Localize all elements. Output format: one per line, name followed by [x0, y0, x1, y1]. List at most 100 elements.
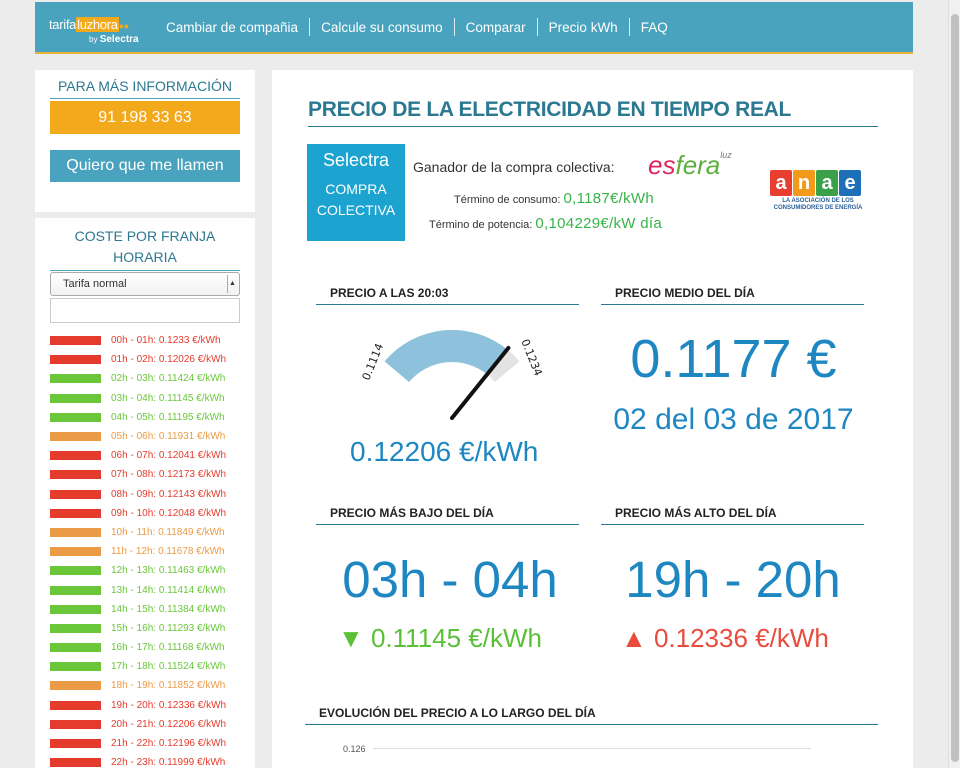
- tarifa-selected: Tarifa normal: [63, 278, 127, 290]
- anae-letter: a: [816, 170, 838, 196]
- hour-row: 07h - 08h: 0.12173 €/kWh: [50, 465, 250, 484]
- hour-row: 22h - 23h: 0.11999 €/kWh: [50, 753, 250, 768]
- anae-logo[interactable]: anae LA ASOCIACIÓN DE LOS CONSUMIDORES D…: [770, 170, 866, 212]
- hour-color-bar: [50, 393, 101, 403]
- potencia-label: Término de potencia:: [429, 219, 533, 231]
- call-me-button[interactable]: Quiero que me llamen: [50, 150, 240, 182]
- hour-color-bar: [50, 470, 101, 480]
- hour-color-bar: [50, 412, 101, 422]
- scrollbar-thumb[interactable]: [951, 14, 959, 762]
- hour-row: 11h - 12h: 0.11678 €/kWh: [50, 542, 250, 561]
- hour-color-bar: [50, 355, 101, 365]
- anae-subtitle: LA ASOCIACIÓN DE LOS CONSUMIDORES DE ENE…: [773, 198, 863, 211]
- precio-actual-title: PRECIO A LAS 20:03: [316, 286, 579, 305]
- hour-row: 00h - 01h: 0.1233 €/kWh: [50, 331, 250, 350]
- tarifa-select[interactable]: Tarifa normal ▲: [50, 272, 240, 296]
- hour-color-bar: [50, 681, 101, 691]
- esfera-logo[interactable]: esferaluz: [648, 150, 732, 181]
- hour-color-bar: [50, 432, 101, 442]
- hour-price-label: 07h - 08h: 0.12173 €/kWh: [111, 469, 227, 481]
- logo-text: tarifa: [49, 17, 77, 32]
- nav-precio-kwh[interactable]: Precio kWh: [538, 20, 629, 35]
- hour-color-bar: [50, 758, 101, 768]
- hour-list: 00h - 01h: 0.1233 €/kWh 01h - 02h: 0.1202…: [50, 331, 250, 768]
- hour-color-bar: [50, 489, 101, 499]
- compra-text: COMPRA: [325, 181, 387, 197]
- gauge-min-label: 0.1114: [360, 342, 386, 383]
- hour-price-label: 03h - 04h: 0.11145 €/kWh: [111, 392, 225, 404]
- hour-row: 06h - 07h: 0.12041 €/kWh: [50, 446, 250, 465]
- hour-color-bar: [50, 508, 101, 518]
- hour-row: 14h - 15h: 0.11384 €/kWh: [50, 600, 250, 619]
- hour-price-label: 01h - 02h: 0.12026 €/kWh: [111, 354, 227, 366]
- hour-color-bar: [50, 719, 101, 729]
- info-panel: PARA MÁS INFORMACIÓN 91 198 33 63 Quiero…: [35, 70, 255, 212]
- tarifaluzhora-logo[interactable]: tarifaluzhora●● by Selectra: [49, 7, 153, 47]
- selectra-brand: Selectra: [322, 150, 390, 170]
- nav-comparar[interactable]: Comparar: [455, 20, 537, 35]
- logo-brand: Selectra: [99, 34, 139, 45]
- nav-faq[interactable]: FAQ: [630, 20, 679, 35]
- compra-colectiva-label: COMPRA COLECTIVA: [307, 179, 405, 221]
- termino-potencia: Término de potencia: 0,104229€/kW día: [429, 215, 662, 232]
- termino-consumo: Término de consumo: 0,1187€/kWh: [454, 190, 654, 207]
- evolucion-title: EVOLUCIÓN DEL PRECIO A LO LARGO DEL DÍA: [305, 706, 878, 725]
- hour-price-label: 11h - 12h: 0.11678 €/kWh: [111, 546, 225, 558]
- alto-hora: 19h - 20h: [625, 551, 841, 608]
- hour-price-label: 18h - 19h: 0.11852 €/kWh: [111, 680, 226, 692]
- anae-letters: anae: [770, 170, 866, 196]
- hour-color-bar: [50, 700, 101, 710]
- hour-color-bar: [50, 566, 101, 576]
- hour-row: 05h - 06h: 0.11931 €/kWh: [50, 427, 250, 446]
- hour-color-bar: [50, 643, 101, 653]
- selectra-compra-badge[interactable]: Selectra COMPRA COLECTIVA: [307, 144, 405, 241]
- alto-precio: ▲ 0.12336 €/kWh: [621, 623, 829, 653]
- hour-price-label: 20h - 21h: 0.12206 €/kWh: [111, 718, 227, 730]
- chart-y-tick: 0.126: [343, 744, 366, 754]
- anae-letter: n: [793, 170, 815, 196]
- hour-row: 03h - 04h: 0.11145 €/kWh: [50, 389, 250, 408]
- page-title: PRECIO DE LA ELECTRICIDAD EN TIEMPO REAL: [308, 98, 878, 127]
- hour-row: 18h - 19h: 0.11852 €/kWh: [50, 676, 250, 695]
- hour-color-bar: [50, 662, 101, 672]
- blank-input[interactable]: [50, 298, 240, 323]
- hour-row: 17h - 18h: 0.11524 €/kWh: [50, 657, 250, 676]
- precio-bajo-title: PRECIO MÁS BAJO DEL DÍA: [316, 506, 579, 525]
- precio-medio-title: PRECIO MEDIO DEL DÍA: [601, 286, 864, 305]
- hour-row: 10h - 11h: 0.11849 €/kWh: [50, 523, 250, 542]
- hour-row: 15h - 16h: 0.11293 €/kWh: [50, 619, 250, 638]
- precio-alto-title: PRECIO MÁS ALTO DEL DÍA: [601, 506, 864, 525]
- anae-letter: e: [839, 170, 861, 196]
- logo-by: by: [89, 35, 98, 44]
- nav-cambiar[interactable]: Cambiar de compañia: [155, 20, 309, 35]
- consumo-label: Término de consumo:: [454, 194, 561, 206]
- potencia-value: 0,104229€/kW día: [535, 215, 662, 232]
- main-nav: Cambiar de compañia Calcule su consumo C…: [155, 18, 679, 36]
- hour-row: 19h - 20h: 0.12336 €/kWh: [50, 696, 250, 715]
- nav-calcule[interactable]: Calcule su consumo: [310, 20, 454, 35]
- hour-color-bar: [50, 739, 101, 749]
- info-title: PARA MÁS INFORMACIÓN: [50, 78, 240, 99]
- phone-button[interactable]: 91 198 33 63: [50, 101, 240, 134]
- price-gauge: 0.1114 0.1234: [360, 330, 545, 420]
- hour-row: 02h - 03h: 0.11424 €/kWh: [50, 369, 250, 388]
- precio-actual: 0.12206 €/kWh: [350, 436, 539, 467]
- coste-panel: COSTE POR FRANJA HORARIA Tarifa normal ▲…: [35, 218, 255, 768]
- hour-row: 21h - 22h: 0.12196 €/kWh: [50, 734, 250, 753]
- precio-medio: 0.1177 €: [630, 329, 837, 389]
- logo-dots-icon: ●●: [118, 21, 130, 31]
- hour-price-label: 21h - 22h: 0.12196 €/kWh: [111, 738, 227, 750]
- hour-price-label: 00h - 01h: 0.1233 €/kWh: [111, 335, 221, 347]
- esfera-sup: luz: [720, 150, 732, 160]
- logo-highlight: luzhora: [76, 17, 119, 32]
- hour-row: 08h - 09h: 0.12143 €/kWh: [50, 485, 250, 504]
- vertical-scrollbar[interactable]: [948, 0, 960, 768]
- chart-gridline: [373, 748, 811, 749]
- anae-letter: a: [770, 170, 792, 196]
- hour-price-label: 14h - 15h: 0.11384 €/kWh: [111, 603, 226, 615]
- top-header: tarifaluzhora●● by Selectra Cambiar de c…: [35, 2, 913, 54]
- evolucion-chart: 0.126: [308, 738, 878, 768]
- hour-row: 12h - 13h: 0.11463 €/kWh: [50, 561, 250, 580]
- bajo-hora: 03h - 04h: [342, 551, 558, 608]
- hour-row: 01h - 02h: 0.12026 €/kWh: [50, 350, 250, 369]
